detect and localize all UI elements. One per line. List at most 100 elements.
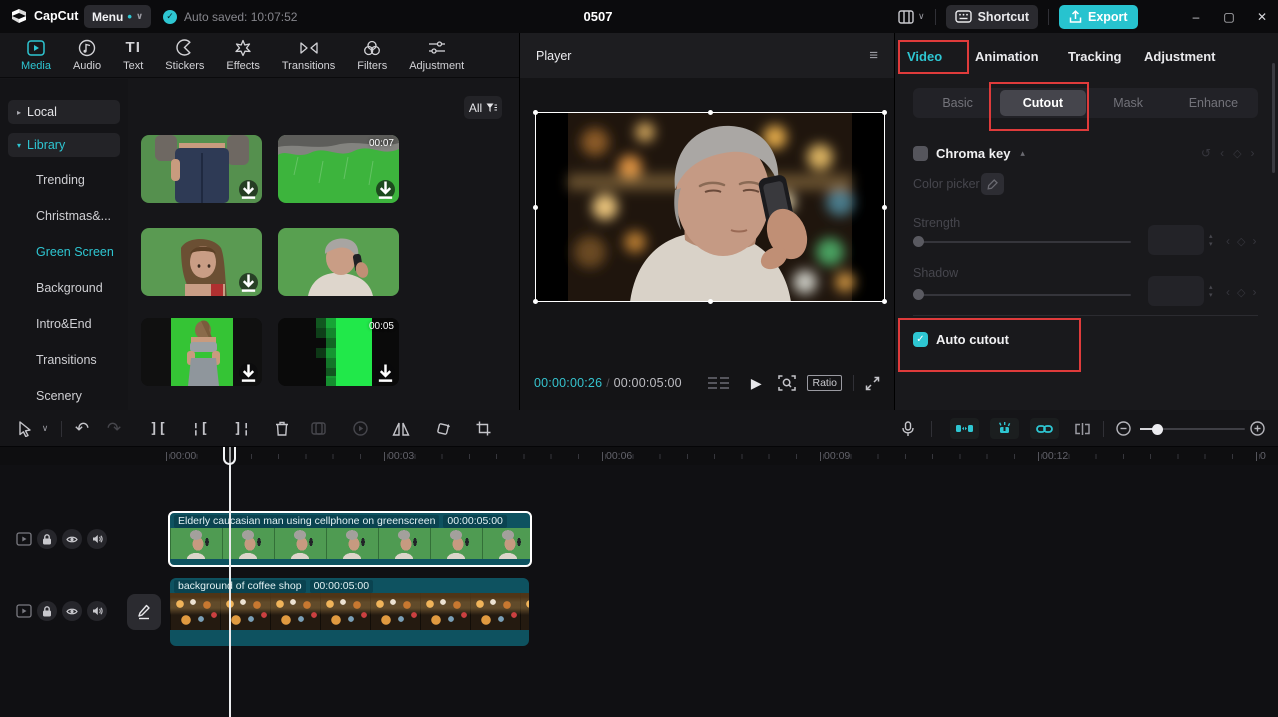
tab-text[interactable]: TI Text — [112, 39, 154, 72]
download-icon[interactable] — [376, 180, 395, 199]
keyframe-next-icon[interactable]: › — [1251, 146, 1255, 160]
tab-effects[interactable]: Effects — [215, 39, 270, 72]
keyframe-icon[interactable]: ◇ — [1237, 286, 1245, 299]
sidebar-item-local[interactable]: ▸ Local — [8, 100, 120, 124]
zoom-in-icon[interactable] — [1246, 410, 1268, 447]
segment-mask[interactable]: Mask — [1086, 90, 1171, 116]
link-toggle[interactable] — [1030, 418, 1059, 439]
delete-left-icon[interactable]: ¦[ — [188, 410, 212, 447]
edit-cover-button[interactable] — [127, 594, 161, 630]
tab-adjustment[interactable]: Adjustment — [398, 39, 475, 72]
keyframe-next-icon[interactable]: › — [1252, 285, 1256, 299]
crop-icon[interactable] — [470, 410, 496, 447]
media-thumbnail[interactable] — [141, 228, 262, 296]
keyframe-next-icon[interactable]: › — [1252, 234, 1256, 248]
zoom-out-icon[interactable] — [1112, 410, 1134, 447]
timeline-clip-coffee-shop[interactable]: background of coffee shop 00:00:05:00 — [170, 578, 529, 646]
strength-slider[interactable] — [913, 236, 1131, 247]
overlay-dim-icon[interactable] — [306, 410, 330, 447]
toggle-visibility-icon[interactable] — [62, 529, 82, 549]
split-icon[interactable]: ][ — [146, 410, 170, 447]
ratio-button[interactable]: Ratio — [807, 375, 842, 391]
minimize-button[interactable]: – — [1186, 0, 1206, 33]
download-icon[interactable] — [239, 363, 258, 382]
select-cursor-icon[interactable] — [14, 410, 36, 447]
sidebar-item-green-screen[interactable]: Green Screen — [36, 245, 114, 261]
sidebar-item-library[interactable]: ▾ Library — [8, 133, 120, 157]
magnetic-toggle[interactable] — [950, 418, 979, 439]
strength-stepper[interactable]: ▴ ▾ — [1209, 233, 1213, 248]
close-button[interactable]: ✕ — [1252, 0, 1272, 33]
ripple-edit-icon[interactable] — [1068, 410, 1096, 447]
tab-stickers[interactable]: Stickers — [154, 39, 215, 72]
sidebar-item-intro-end[interactable]: Intro&End — [36, 317, 92, 333]
segment-enhance[interactable]: Enhance — [1171, 90, 1256, 116]
shadow-stepper[interactable]: ▴ ▾ — [1209, 284, 1213, 299]
timeline-zoom-slider[interactable] — [1140, 423, 1245, 435]
delete-icon[interactable] — [270, 410, 294, 447]
shadow-value-box[interactable] — [1148, 276, 1204, 306]
playhead-handle[interactable] — [223, 447, 236, 465]
tab-filters[interactable]: Filters — [346, 39, 398, 72]
collapse-icon[interactable]: ▴ — [1020, 148, 1025, 159]
sidebar-item-scenery[interactable]: Scenery — [36, 389, 82, 405]
export-button[interactable]: Export — [1058, 4, 1138, 29]
timeline-clip-greenscreen-man[interactable]: Elderly caucasian man using cellphone on… — [168, 511, 532, 567]
redo-icon[interactable]: ↷ — [102, 410, 126, 447]
workspace-layout-button[interactable]: ∨ — [898, 9, 925, 24]
auto-snap-toggle[interactable] — [990, 418, 1019, 439]
filter-all-button[interactable]: All — [464, 96, 502, 119]
media-thumbnail[interactable] — [278, 228, 399, 296]
media-thumbnail[interactable]: 00:05 — [278, 318, 399, 386]
tab-tracking[interactable]: Tracking — [1068, 49, 1121, 64]
tab-audio[interactable]: Audio — [62, 39, 112, 72]
tab-video[interactable]: Video — [907, 49, 942, 64]
media-thumbnail[interactable] — [141, 135, 262, 203]
tab-transitions[interactable]: Transitions — [271, 39, 346, 72]
slider-knob[interactable] — [913, 236, 924, 247]
lock-icon[interactable] — [37, 529, 57, 549]
zoom-slider-knob[interactable] — [1152, 423, 1163, 435]
media-thumbnail[interactable] — [141, 318, 262, 386]
sidebar-item-background[interactable]: Background — [36, 281, 103, 297]
auto-cutout-checkbox[interactable]: ✓ — [913, 332, 928, 347]
maximize-button[interactable]: ▢ — [1219, 0, 1239, 33]
stepper-up-icon[interactable]: ▴ — [1209, 284, 1213, 291]
strength-value-box[interactable] — [1148, 225, 1204, 255]
hamburger-menu-icon[interactable]: ≡ — [869, 47, 878, 64]
playhead-line[interactable] — [229, 447, 231, 717]
stepper-down-icon[interactable]: ▾ — [1209, 241, 1213, 248]
delete-right-icon[interactable]: ]¦ — [230, 410, 254, 447]
chevron-down-icon[interactable]: ∨ — [38, 410, 52, 447]
tab-media[interactable]: Media — [10, 39, 62, 72]
mute-icon[interactable] — [87, 601, 107, 621]
lock-icon[interactable] — [37, 601, 57, 621]
menu-button[interactable]: Menu • ∨ — [84, 5, 152, 28]
media-thumbnail[interactable]: 00:07 — [278, 135, 399, 203]
record-voiceover-icon[interactable] — [896, 410, 920, 447]
eyedropper-button[interactable] — [981, 173, 1004, 195]
shortcut-button[interactable]: Shortcut — [945, 4, 1038, 29]
sidebar-item-christmas[interactable]: Christmas&... — [36, 209, 111, 225]
reset-icon[interactable]: ↺ — [1201, 146, 1211, 160]
mute-icon[interactable] — [87, 529, 107, 549]
download-icon[interactable] — [376, 363, 395, 382]
stepper-down-icon[interactable]: ▾ — [1209, 292, 1213, 299]
keyframe-prev-icon[interactable]: ‹ — [1226, 234, 1230, 248]
mirror-icon[interactable] — [388, 410, 414, 447]
tab-animation[interactable]: Animation — [975, 49, 1039, 64]
toggle-visibility-icon[interactable] — [62, 601, 82, 621]
sidebar-item-trending[interactable]: Trending — [36, 173, 85, 189]
play-icon[interactable]: ▶ — [751, 375, 762, 392]
timeline-ruler[interactable]: 00:00 00:03 00:06 00:09 00:12 0 — [0, 447, 1278, 465]
play-circle-dim-icon[interactable] — [348, 410, 372, 447]
frame-by-frame-icon[interactable] — [707, 376, 729, 390]
undo-icon[interactable]: ↶ — [70, 410, 94, 447]
keyframe-icon[interactable]: ◇ — [1233, 147, 1241, 160]
rotate-icon[interactable] — [430, 410, 456, 447]
sidebar-item-transitions[interactable]: Transitions — [36, 353, 97, 369]
slider-knob[interactable] — [913, 289, 924, 300]
keyframe-icon[interactable]: ◇ — [1237, 235, 1245, 248]
segment-cutout[interactable]: Cutout — [1000, 90, 1086, 116]
segment-basic[interactable]: Basic — [915, 90, 1000, 116]
